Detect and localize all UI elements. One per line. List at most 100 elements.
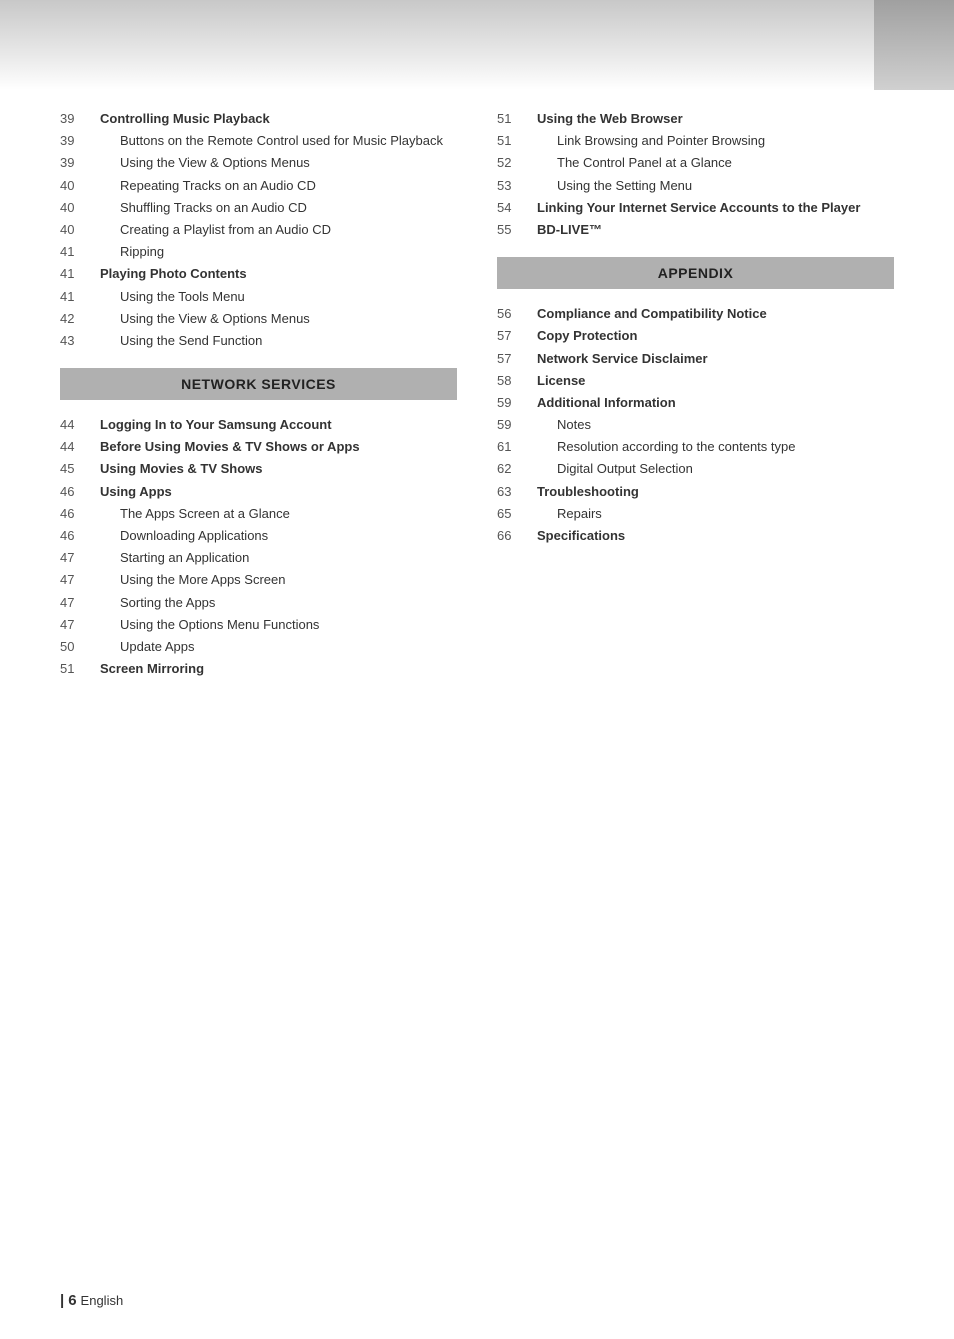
toc-entry-label: Downloading Applications xyxy=(100,527,268,545)
table-row: 41Ripping xyxy=(60,243,457,261)
toc-entry-label: Sorting the Apps xyxy=(100,594,215,612)
toc-entry-label: Resolution according to the contents typ… xyxy=(537,438,795,456)
toc-page-number: 45 xyxy=(60,460,100,478)
toc-entry-label: Using the Tools Menu xyxy=(100,288,245,306)
toc-entry-label: Repeating Tracks on an Audio CD xyxy=(100,177,316,195)
toc-entry-label: Notes xyxy=(537,416,591,434)
table-row: 44Logging In to Your Samsung Account xyxy=(60,416,457,434)
table-row: 40Repeating Tracks on an Audio CD xyxy=(60,177,457,195)
table-row: 54Linking Your Internet Service Accounts… xyxy=(497,199,894,217)
toc-page-number: 39 xyxy=(60,132,100,150)
toc-page-number: 44 xyxy=(60,416,100,434)
toc-entry-label: Digital Output Selection xyxy=(537,460,693,478)
table-row: 47Using the Options Menu Functions xyxy=(60,616,457,634)
toc-entry-label: Buttons on the Remote Control used for M… xyxy=(100,132,443,150)
toc-entry-label: Screen Mirroring xyxy=(100,660,204,678)
toc-page-number: 59 xyxy=(497,416,537,434)
right-column: 51Using the Web Browser51Link Browsing a… xyxy=(497,110,894,682)
toc-page-number: 47 xyxy=(60,549,100,567)
toc-page-number: 62 xyxy=(497,460,537,478)
table-row: 65Repairs xyxy=(497,505,894,523)
toc-entry-label: Link Browsing and Pointer Browsing xyxy=(537,132,765,150)
toc-entry-label: Troubleshooting xyxy=(537,483,639,501)
toc-page-number: 41 xyxy=(60,265,100,283)
table-row: 40Creating a Playlist from an Audio CD xyxy=(60,221,457,239)
toc-page-number: 63 xyxy=(497,483,537,501)
table-row: 59Additional Information xyxy=(497,394,894,412)
appendix-header: APPENDIX xyxy=(497,257,894,289)
toc-page-number: 52 xyxy=(497,154,537,172)
table-row: 51Link Browsing and Pointer Browsing xyxy=(497,132,894,150)
footer-language: English xyxy=(81,1293,124,1308)
toc-page-number: 57 xyxy=(497,327,537,345)
toc-two-column: 39Controlling Music Playback39Buttons on… xyxy=(60,110,894,682)
table-row: 46Using Apps xyxy=(60,483,457,501)
footer-page-number: 6 xyxy=(68,1292,76,1309)
table-row: 59Notes xyxy=(497,416,894,434)
toc-page-number: 40 xyxy=(60,177,100,195)
table-row: 39Using the View & Options Menus xyxy=(60,154,457,172)
toc-page-number: 47 xyxy=(60,594,100,612)
table-row: 62Digital Output Selection xyxy=(497,460,894,478)
toc-entry-label: Ripping xyxy=(100,243,164,261)
toc-entry-label: The Apps Screen at a Glance xyxy=(100,505,290,523)
network-services-header: NETWORK SERVICES xyxy=(60,368,457,400)
table-row: 42Using the View & Options Menus xyxy=(60,310,457,328)
toc-entry-label: Using the Setting Menu xyxy=(537,177,692,195)
toc-page-number: 56 xyxy=(497,305,537,323)
toc-entry-label: Network Service Disclaimer xyxy=(537,350,708,368)
toc-page-number: 51 xyxy=(497,132,537,150)
toc-page-number: 51 xyxy=(60,660,100,678)
toc-page-number: 51 xyxy=(497,110,537,128)
toc-entry-label: Logging In to Your Samsung Account xyxy=(100,416,332,434)
table-row: 45Using Movies & TV Shows xyxy=(60,460,457,478)
toc-page-number: 53 xyxy=(497,177,537,195)
toc-entry-label: Using the View & Options Menus xyxy=(100,310,310,328)
toc-page-number: 66 xyxy=(497,527,537,545)
toc-page-number: 43 xyxy=(60,332,100,350)
table-row: 43Using the Send Function xyxy=(60,332,457,350)
toc-entry-label: Update Apps xyxy=(100,638,194,656)
toc-page-number: 61 xyxy=(497,438,537,456)
table-row: 47Starting an Application xyxy=(60,549,457,567)
table-row: 41Playing Photo Contents xyxy=(60,265,457,283)
table-row: 47Sorting the Apps xyxy=(60,594,457,612)
toc-page-number: 54 xyxy=(497,199,537,217)
left-toc-entries: 39Controlling Music Playback39Buttons on… xyxy=(60,110,457,350)
left-column: 39Controlling Music Playback39Buttons on… xyxy=(60,110,457,682)
table-row: 39Buttons on the Remote Control used for… xyxy=(60,132,457,150)
toc-entry-label: Controlling Music Playback xyxy=(100,110,270,128)
toc-entry-label: BD-LIVE™ xyxy=(537,221,602,239)
table-row: 61Resolution according to the contents t… xyxy=(497,438,894,456)
toc-page-number: 46 xyxy=(60,483,100,501)
toc-entry-label: Using Movies & TV Shows xyxy=(100,460,263,478)
toc-entry-label: Using the Web Browser xyxy=(537,110,683,128)
toc-entry-label: Using the More Apps Screen xyxy=(100,571,285,589)
right-toc-entries: 51Using the Web Browser51Link Browsing a… xyxy=(497,110,894,239)
toc-page-number: 55 xyxy=(497,221,537,239)
toc-entry-label: Using Apps xyxy=(100,483,172,501)
toc-page-number: 40 xyxy=(60,221,100,239)
toc-entry-label: License xyxy=(537,372,585,390)
toc-entry-label: Using the Options Menu Functions xyxy=(100,616,319,634)
table-row: 41Using the Tools Menu xyxy=(60,288,457,306)
table-row: 40Shuffling Tracks on an Audio CD xyxy=(60,199,457,217)
network-toc-entries: 44Logging In to Your Samsung Account44Be… xyxy=(60,416,457,678)
toc-page-number: 39 xyxy=(60,154,100,172)
toc-entry-label: Linking Your Internet Service Accounts t… xyxy=(537,199,860,217)
table-row: 51Using the Web Browser xyxy=(497,110,894,128)
toc-page-number: 40 xyxy=(60,199,100,217)
toc-page-number: 50 xyxy=(60,638,100,656)
table-row: 47Using the More Apps Screen xyxy=(60,571,457,589)
toc-page-number: 41 xyxy=(60,288,100,306)
toc-page-number: 57 xyxy=(497,350,537,368)
toc-page-number: 44 xyxy=(60,438,100,456)
toc-page-number: 65 xyxy=(497,505,537,523)
toc-entry-label: Playing Photo Contents xyxy=(100,265,247,283)
toc-entry-label: Using the View & Options Menus xyxy=(100,154,310,172)
footer-pipe: | xyxy=(60,1292,64,1309)
footer: | 6 English xyxy=(60,1292,123,1309)
table-row: 39Controlling Music Playback xyxy=(60,110,457,128)
toc-page-number: 47 xyxy=(60,571,100,589)
table-row: 53Using the Setting Menu xyxy=(497,177,894,195)
